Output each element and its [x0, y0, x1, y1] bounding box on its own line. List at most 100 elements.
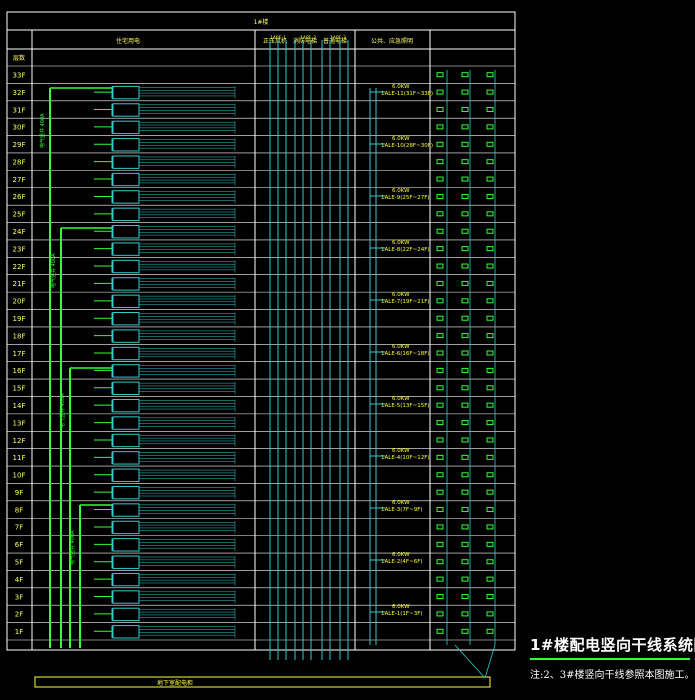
emergency-fixture	[461, 350, 469, 356]
lighting-panel-kw: 6.0KW	[392, 448, 410, 454]
meter-box	[112, 555, 140, 569]
emergency-fixture	[436, 124, 444, 130]
emergency-fixture	[461, 628, 469, 634]
lighting-panel-kw: 6.0KW	[392, 136, 410, 142]
meter-box	[112, 468, 140, 482]
lighting-panel-kw: 6.0KW	[392, 240, 410, 246]
lighting-panel-kw: 6.0KW	[392, 552, 410, 558]
emergency-fixture	[436, 402, 444, 408]
emergency-fixture	[436, 141, 444, 147]
emergency-fixture	[486, 454, 494, 460]
emergency-fixture	[436, 159, 444, 165]
meter-box	[112, 172, 140, 187]
emergency-fixture	[486, 594, 494, 600]
floor-label: 7F	[15, 524, 23, 532]
meter-box	[112, 572, 140, 587]
floor-rows: 33F 32F 31F 30F 29F 28F 27F 26F 25F 24F 23F 22F 21F 2…	[7, 65, 515, 641]
emergency-fixture	[461, 124, 469, 130]
emergency-fixture	[486, 72, 494, 78]
floor-label: 22F	[13, 263, 26, 271]
riser-label: 电气竖井 400A	[50, 253, 57, 288]
emergency-fixture	[461, 298, 469, 304]
top-box-label: 1APE-3	[330, 35, 346, 41]
emergency-fixture	[436, 437, 444, 443]
emergency-fixture	[461, 611, 469, 617]
lighting-riser: 6.0KW1ALE-11(31F~33F)6.0KW1ALE-10(28F~30…	[369, 84, 433, 645]
floor-label: 3F	[15, 593, 23, 601]
emergency-fixture	[461, 559, 469, 565]
emergency-fixture	[486, 141, 494, 147]
emergency-fixture	[486, 402, 494, 408]
top-label: 1#楼	[254, 18, 269, 26]
col-header-residential: 住宅用电	[116, 37, 140, 45]
emergency-fixture	[436, 298, 444, 304]
floor-label: 12F	[13, 437, 26, 445]
emergency-fixture	[486, 124, 494, 130]
emergency-fixture	[461, 507, 469, 513]
top-box-label: 1APE-2	[300, 35, 316, 41]
title-block: 1#楼配电竖向干线系统图 注:2、3#楼竖向干线参照本图施工。	[530, 634, 695, 681]
lighting-panel-label: 1ALE-9(25F~27F)	[381, 195, 430, 201]
emergency-fixture	[436, 628, 444, 634]
emergency-fixture	[486, 367, 494, 373]
lighting-panel-label: 1ALE-3(7F~9F)	[381, 507, 423, 513]
emergency-fixture	[486, 437, 494, 443]
emergency-fixture	[461, 159, 469, 165]
emergency-fixture	[436, 472, 444, 478]
lighting-panel-label: 1ALE-2(4F~6F)	[381, 559, 423, 565]
emergency-fixture	[461, 263, 469, 269]
floor-label: 26F	[13, 193, 26, 201]
floor-label: 5F	[15, 559, 23, 567]
emergency-fixture	[436, 280, 444, 286]
meter-groups	[94, 85, 236, 639]
lighting-panel-label: 1ALE-7(19F~21F)	[381, 299, 430, 305]
meter-box	[112, 207, 140, 222]
basement-bus	[34, 676, 491, 688]
lighting-panel-label: 1ALE-5(13F~15F)	[381, 403, 430, 409]
meter-box	[112, 85, 140, 100]
emergency-fixture	[461, 367, 469, 373]
emergency-fixture	[486, 89, 494, 95]
riser-label: 电气竖井 400A	[59, 393, 66, 428]
emergency-fixture	[436, 576, 444, 582]
emergency-fixture	[436, 507, 444, 513]
emergency-fixture	[436, 367, 444, 373]
lighting-panel-kw: 6.0KW	[392, 344, 410, 350]
floor-label: 15F	[13, 385, 26, 393]
floor-label: 13F	[13, 419, 26, 427]
emergency-fixture	[486, 333, 494, 339]
emergency-fixture	[486, 280, 494, 286]
basement-group: 地下室配电柜	[34, 644, 496, 688]
meter-box	[112, 294, 140, 309]
floor-label: 32F	[13, 89, 26, 97]
floor-label: 14F	[13, 402, 26, 410]
meter-box	[112, 138, 140, 152]
top-box-label: 1APE-1	[270, 35, 286, 41]
meter-box	[112, 520, 140, 535]
meter-box	[112, 590, 140, 604]
floor-header: 层数	[13, 54, 25, 62]
emergency-fixture	[461, 385, 469, 391]
riser-label: 电气竖井 400A	[39, 113, 46, 148]
col-header-public: 公共、应急照明	[371, 37, 413, 45]
emergency-fixture	[436, 611, 444, 617]
floor-label: 4F	[15, 576, 23, 584]
meter-box	[112, 416, 140, 430]
emergency-fixture	[486, 315, 494, 321]
meter-box	[112, 120, 140, 135]
emergency-fixture	[486, 559, 494, 565]
emergency-fixture	[436, 385, 444, 391]
meter-box	[112, 625, 140, 639]
lighting-panel-label: 1ALE-6(16F~18F)	[381, 351, 430, 357]
floor-label: 23F	[13, 245, 26, 253]
emergency-fixture	[436, 211, 444, 217]
meter-box	[112, 259, 140, 274]
meter-box	[112, 433, 140, 448]
floor-label: 8F	[15, 506, 23, 514]
emergency-fixture	[461, 211, 469, 217]
floor-label: 20F	[13, 298, 26, 306]
emergency-fixture	[436, 594, 444, 600]
emergency-fixture	[461, 472, 469, 478]
lighting-panel-kw: 6.0KW	[392, 396, 410, 402]
emergency-fixture	[436, 106, 444, 112]
